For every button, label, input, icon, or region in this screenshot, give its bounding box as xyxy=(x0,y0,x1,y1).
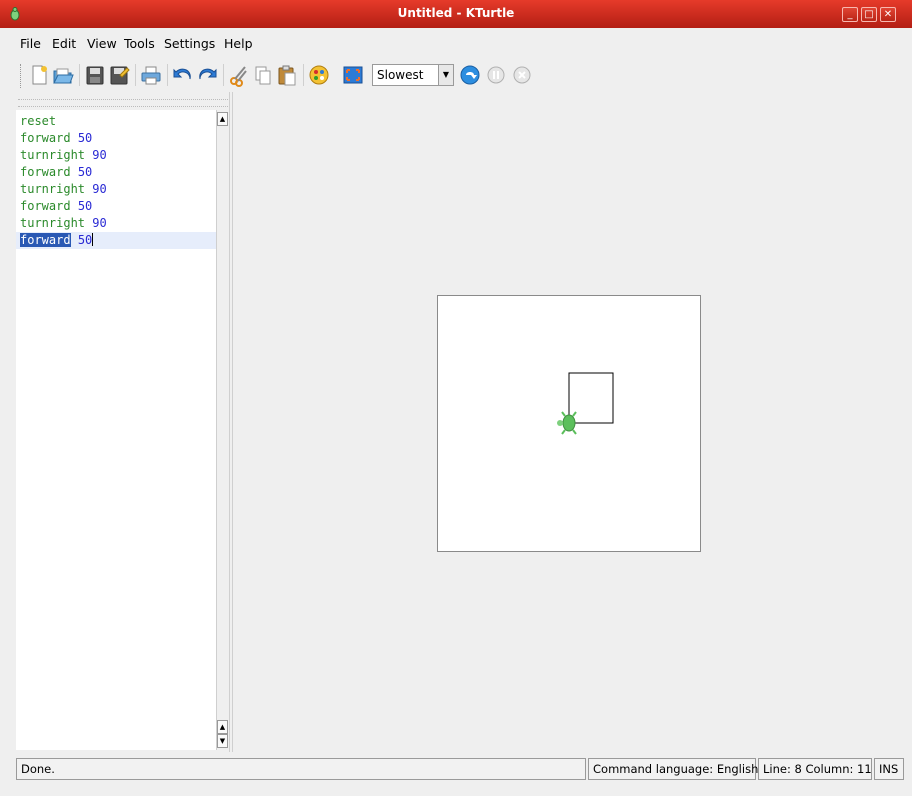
status-insert-mode: INS xyxy=(874,758,904,780)
code-line: turnright 90 xyxy=(20,216,107,230)
copy-icon[interactable] xyxy=(252,63,274,87)
pause-icon[interactable] xyxy=(485,63,507,87)
window-title: Untitled - KTurtle xyxy=(397,6,515,20)
toolbar-separator xyxy=(135,64,136,86)
print-icon[interactable] xyxy=(140,63,162,87)
undo-icon[interactable] xyxy=(172,63,194,87)
menu-help[interactable]: Help xyxy=(224,36,253,51)
close-button[interactable]: ✕ xyxy=(880,7,896,22)
speed-select[interactable]: Slowest ▼ xyxy=(372,64,454,86)
toolbar-separator xyxy=(303,64,304,86)
code-line: forward 50 xyxy=(20,199,93,213)
panel-splitter[interactable] xyxy=(229,92,233,752)
toolbar-separator xyxy=(79,64,80,86)
text-cursor xyxy=(92,233,94,246)
fullscreen-icon[interactable] xyxy=(342,63,364,87)
save-as-icon[interactable] xyxy=(108,63,130,87)
menu-file[interactable]: File xyxy=(20,36,41,51)
title-bar: Untitled - KTurtle _ □ ✕ xyxy=(0,0,912,28)
code-editor[interactable]: reset forward 50 turnright 90 forward 50… xyxy=(16,110,216,750)
code-line-current: forward 50 xyxy=(20,233,94,247)
drawn-square xyxy=(568,372,614,424)
main-toolbar: Slowest ▼ xyxy=(0,58,912,96)
chevron-down-icon[interactable]: ▼ xyxy=(438,65,453,85)
menu-edit[interactable]: Edit xyxy=(52,36,76,51)
menu-bar: File Edit View Tools Settings Help xyxy=(0,33,912,55)
minimize-button[interactable]: _ xyxy=(842,7,858,22)
code-line: forward 50 xyxy=(20,131,93,145)
scroll-up-button-bottom[interactable]: ▲ xyxy=(217,720,228,734)
menu-view[interactable]: View xyxy=(87,36,117,51)
scroll-down-button[interactable]: ▼ xyxy=(217,734,228,748)
speed-value: Slowest xyxy=(377,68,424,82)
new-file-icon[interactable] xyxy=(28,63,50,87)
colorpicker-icon[interactable] xyxy=(308,63,330,87)
abort-icon[interactable] xyxy=(511,63,533,87)
scroll-up-button[interactable]: ▲ xyxy=(217,112,228,126)
turtle-canvas[interactable] xyxy=(437,295,701,552)
code-line: turnright 90 xyxy=(20,182,107,196)
code-lines: reset forward 50 turnright 90 forward 50… xyxy=(20,113,107,249)
status-cursor-position: Line: 8 Column: 11 xyxy=(758,758,872,780)
toolbar-separator xyxy=(167,64,168,86)
open-file-icon[interactable] xyxy=(52,63,74,87)
save-icon[interactable] xyxy=(84,63,106,87)
menu-tools[interactable]: Tools xyxy=(124,36,155,51)
code-line: forward 50 xyxy=(20,165,93,179)
editor-scrollbar[interactable]: ▲ ▲ ▼ xyxy=(216,110,228,750)
turtle-drawing xyxy=(557,372,614,435)
paste-icon[interactable] xyxy=(276,63,298,87)
code-line: reset xyxy=(20,114,57,128)
code-line: turnright 90 xyxy=(20,148,107,162)
status-message: Done. xyxy=(16,758,586,780)
redo-icon[interactable] xyxy=(196,63,218,87)
status-language: Command language: English xyxy=(588,758,758,780)
toolbar-separator xyxy=(223,64,224,86)
toolbar-grip[interactable] xyxy=(20,64,24,88)
status-bar: Done. Command language: English Line: 8 … xyxy=(16,758,906,782)
cut-icon[interactable] xyxy=(228,63,250,87)
maximize-button[interactable]: □ xyxy=(861,7,877,22)
turtle-icon xyxy=(557,411,577,435)
run-icon[interactable] xyxy=(459,63,481,87)
menu-settings[interactable]: Settings xyxy=(164,36,215,51)
editor-dock-grip[interactable] xyxy=(18,99,228,107)
selected-text: forward xyxy=(20,233,71,247)
